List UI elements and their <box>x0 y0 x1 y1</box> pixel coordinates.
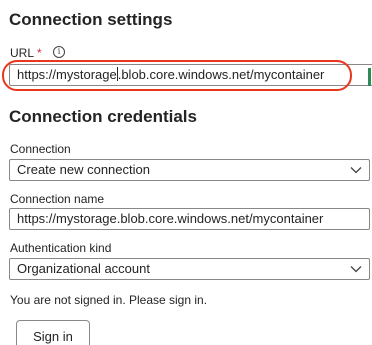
url-label: URL <box>10 46 35 60</box>
connection-name-label: Connection name <box>10 192 105 206</box>
chevron-down-icon <box>350 167 362 174</box>
url-value-part2: .blob.core.windows.net/mycontainer <box>117 67 325 82</box>
authentication-kind-label: Authentication kind <box>10 241 112 255</box>
authentication-kind-select[interactable]: Organizational account <box>9 258 370 280</box>
connection-settings-panel: Connection settings URL * i https://mysto… <box>0 0 372 345</box>
url-value-part1: https://mystorage <box>17 67 117 82</box>
input-accent-edge <box>368 68 371 86</box>
connection-selected-value: Create new connection <box>17 162 150 177</box>
connection-credentials-title: Connection credentials <box>9 107 197 126</box>
sign-in-button[interactable]: Sign in <box>16 320 90 345</box>
authentication-kind-selected-value: Organizational account <box>17 261 150 276</box>
info-icon[interactable]: i <box>53 46 65 58</box>
signin-status-message: You are not signed in. Please sign in. <box>10 293 208 307</box>
connection-label: Connection <box>10 142 71 156</box>
url-input[interactable]: https://mystorage.blob.core.windows.net/… <box>9 64 372 86</box>
connection-settings-title: Connection settings <box>9 10 173 29</box>
connection-name-value: https://mystorage.blob.core.windows.net/… <box>17 211 324 226</box>
connection-select[interactable]: Create new connection <box>9 159 370 181</box>
connection-name-input[interactable]: https://mystorage.blob.core.windows.net/… <box>9 208 370 230</box>
required-marker: * <box>37 46 42 60</box>
chevron-down-icon <box>350 266 362 273</box>
url-label-row: URL * <box>10 46 42 60</box>
